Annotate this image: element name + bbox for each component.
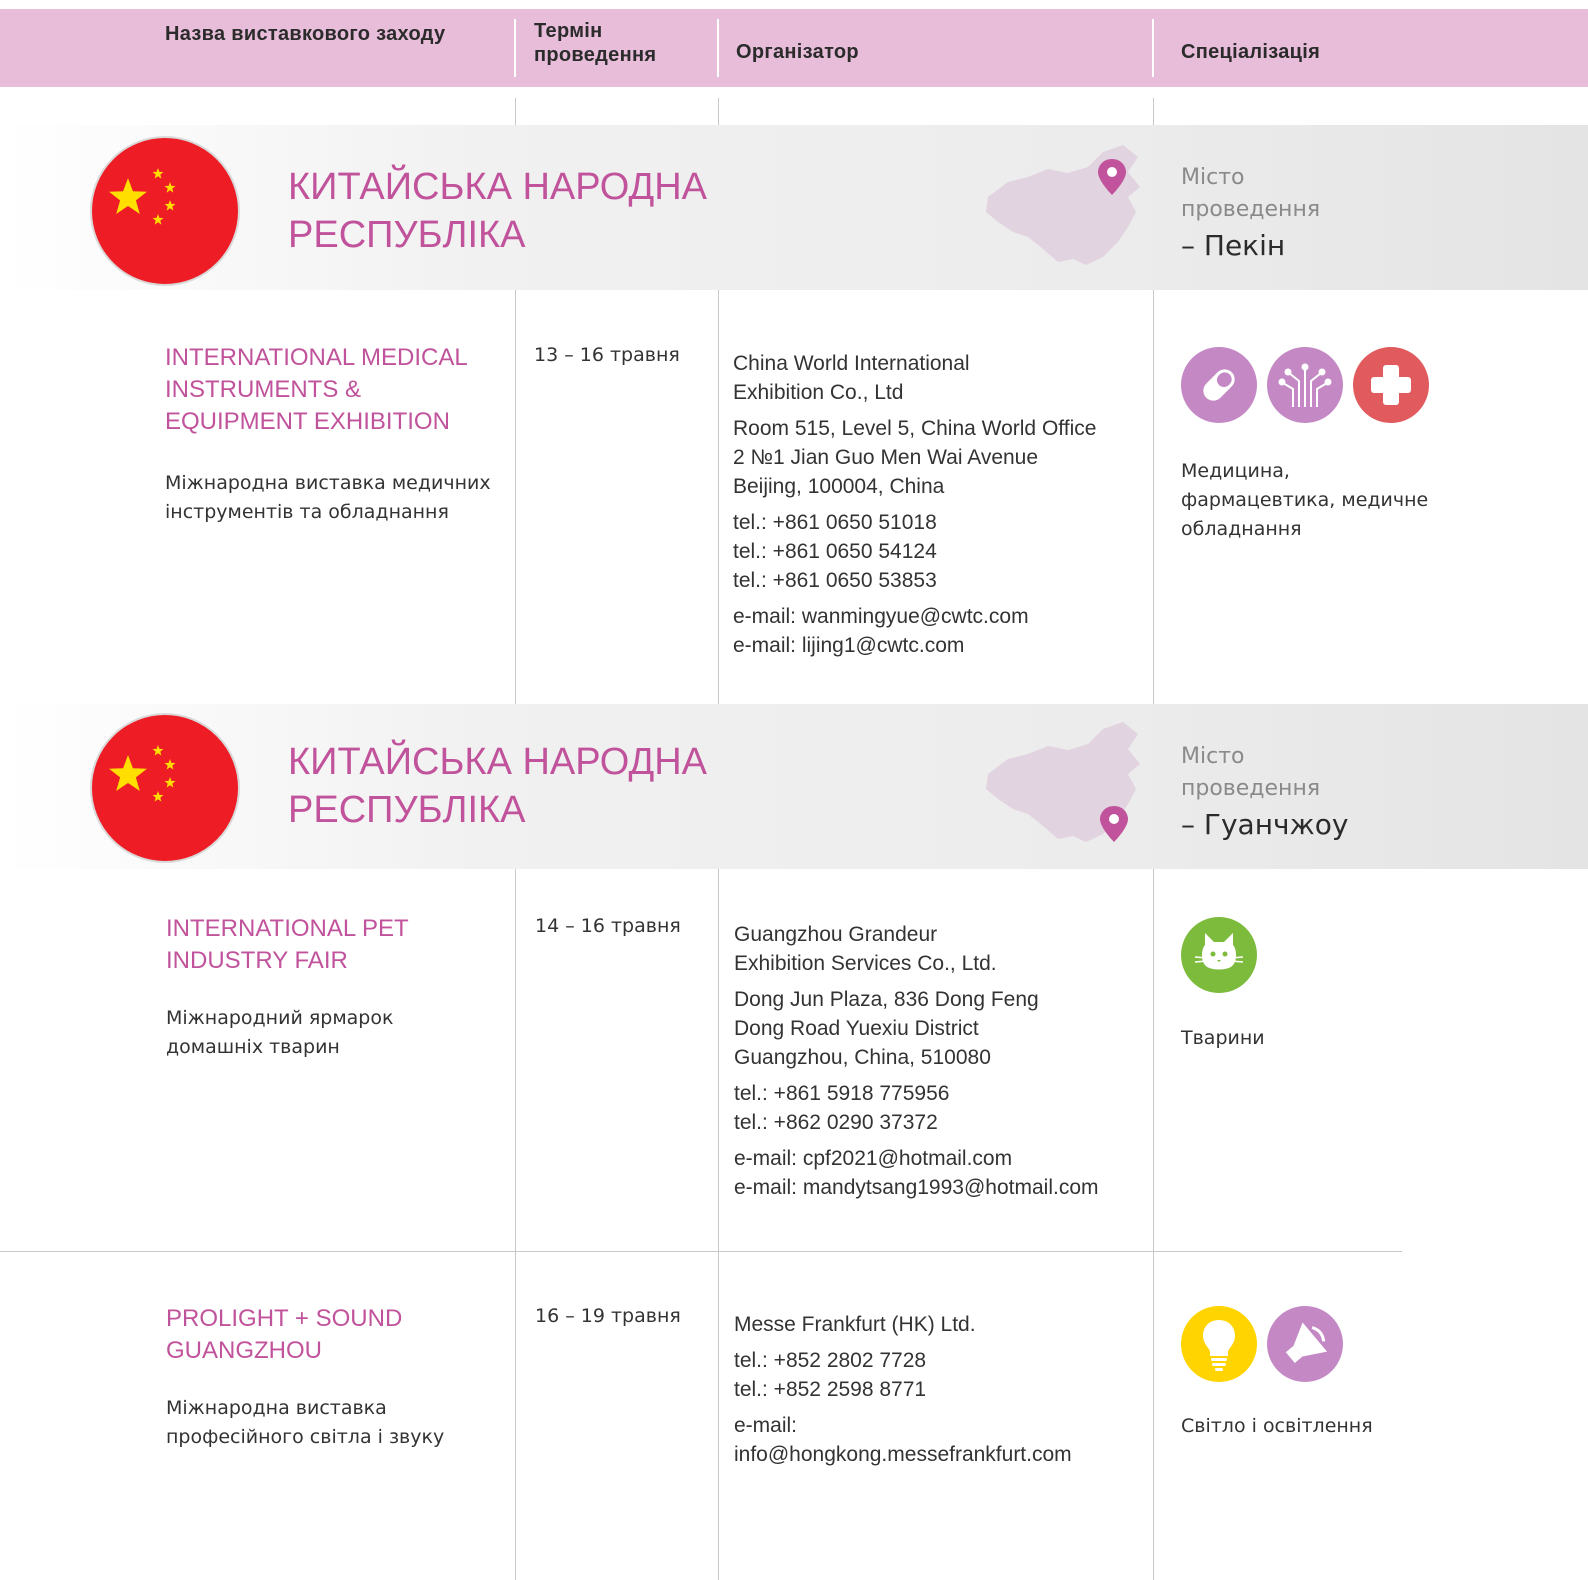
country-section-band: КИТАЙСЬКА НАРОДНА РЕСПУБЛІКА Місто прове… xyxy=(0,704,1588,869)
header-divider xyxy=(717,19,719,77)
circuit-icon xyxy=(1267,347,1343,423)
header-divider xyxy=(514,19,516,77)
header-divider xyxy=(1152,19,1154,77)
china-flag-icon xyxy=(90,136,240,286)
organizer-name: Messe Frankfurt (HK) Ltd. xyxy=(734,1313,976,1336)
city-name: – Гуанчжоу xyxy=(1181,808,1349,841)
column-divider xyxy=(515,98,516,125)
event-name-ua: Міжнародна виставка професійного світла … xyxy=(166,1397,445,1448)
header-col-date: Термін проведення xyxy=(534,20,657,66)
column-divider xyxy=(718,98,719,125)
organizer-email[interactable]: e-mail: wanmingyue@cwtc.com xyxy=(733,602,1163,631)
organizer-address: Guangzhou, China, 510080 xyxy=(734,1046,991,1069)
organizer-phone: tel.: +852 2802 7728 xyxy=(734,1349,927,1372)
organizer-address: Dong Road Yuexiu District xyxy=(734,1017,979,1040)
organizer-phone: tel.: +852 2598 8771 xyxy=(734,1378,927,1401)
specialization-text: Тварини xyxy=(1181,1027,1265,1049)
organizer-address: Room 515, Level 5, China World Office xyxy=(733,417,1097,440)
country-name: КИТАЙСЬКА НАРОДНА РЕСПУБЛІКА xyxy=(288,741,708,831)
organizer-phone: tel.: +861 0650 51018 xyxy=(733,511,937,534)
organizer-info: Guangzhou Grandeur Exhibition Services C… xyxy=(734,913,1164,1209)
header-col-specialization: Спеціалізація xyxy=(1181,41,1321,63)
event-date: 16 – 19 травня xyxy=(535,1305,681,1327)
organizer-email[interactable]: e-mail: lijing1@cwtc.com xyxy=(733,631,1163,660)
country-section-band: КИТАЙСЬКА НАРОДНА РЕСПУБЛІКА Місто прове… xyxy=(0,125,1588,290)
organizer-address: Dong Jun Plaza, 836 Dong Feng xyxy=(734,988,1039,1011)
organizer-address: 2 №1 Jian Guo Men Wai Avenue xyxy=(733,446,1039,469)
column-divider xyxy=(515,290,516,704)
column-divider xyxy=(515,869,516,1580)
country-name: КИТАЙСЬКА НАРОДНА РЕСПУБЛІКА xyxy=(288,166,708,256)
organizer-name: Exhibition Services Co., Ltd. xyxy=(734,952,997,975)
event-name-en: INTERNATIONAL PET INDUSTRY FAIR xyxy=(166,915,409,974)
pill-icon xyxy=(1181,347,1257,423)
organizer-address: Beijing, 100004, China xyxy=(733,475,945,498)
organizer-phone: tel.: +861 0650 54124 xyxy=(733,540,937,563)
column-divider xyxy=(718,290,719,704)
medical-cross-icon xyxy=(1353,347,1429,423)
organizer-phone: tel.: +862 0290 37372 xyxy=(734,1111,938,1134)
specialization-text: Медицина, фармацевтика, медичне обладнан… xyxy=(1181,460,1429,540)
event-name-en: INTERNATIONAL MEDICAL INSTRUMENTS & EQUI… xyxy=(165,344,467,435)
event-name-ua: Міжнародна виставка медичних інструменті… xyxy=(165,472,491,523)
column-divider xyxy=(718,869,719,1580)
header-col-organizer: Організатор xyxy=(736,41,859,63)
row-divider xyxy=(0,1251,1402,1252)
organizer-info: Messe Frankfurt (HK) Ltd. tel.: +852 280… xyxy=(734,1303,1164,1476)
organizer-name: Exhibition Co., Ltd xyxy=(733,381,904,404)
organizer-name: Guangzhou Grandeur xyxy=(734,923,938,946)
china-flag-icon xyxy=(90,713,240,863)
event-name-ua: Міжнародний ярмарок домашніх тварин xyxy=(166,1007,394,1058)
organizer-phone: tel.: +861 0650 53853 xyxy=(733,569,937,592)
china-map-icon xyxy=(986,145,1140,265)
organizer-name: China World International xyxy=(733,352,970,375)
organizer-info: China World International Exhibition Co.… xyxy=(733,342,1163,667)
city-label: Місто проведення xyxy=(1181,744,1321,801)
city-name: – Пекін xyxy=(1181,229,1286,262)
china-map-icon xyxy=(986,722,1140,842)
column-divider xyxy=(1153,98,1154,125)
specialization-text: Світло і освітлення xyxy=(1181,1415,1373,1437)
event-name-en: PROLIGHT + SOUND GUANGZHOU xyxy=(166,1305,403,1364)
table-header: Назва виставкового заходу Термін проведе… xyxy=(0,9,1588,87)
light-bulb-icon xyxy=(1181,1306,1257,1382)
speaker-icon xyxy=(1267,1306,1343,1382)
organizer-email-label: e-mail: xyxy=(734,1414,798,1437)
header-col-name: Назва виставкового заходу xyxy=(165,23,446,45)
event-date: 13 – 16 травня xyxy=(534,344,680,366)
organizer-email[interactable]: e-mail: cpf2021@hotmail.com xyxy=(734,1144,1164,1173)
event-date: 14 – 16 травня xyxy=(535,915,681,937)
cat-icon xyxy=(1181,917,1257,993)
organizer-email[interactable]: e-mail: mandytsang1993@hotmail.com xyxy=(734,1173,1164,1202)
organizer-phone: tel.: +861 5918 775956 xyxy=(734,1082,950,1105)
organizer-email[interactable]: info@hongkong.messefrankfurt.com xyxy=(734,1440,1164,1469)
city-label: Місто проведення xyxy=(1181,165,1321,222)
